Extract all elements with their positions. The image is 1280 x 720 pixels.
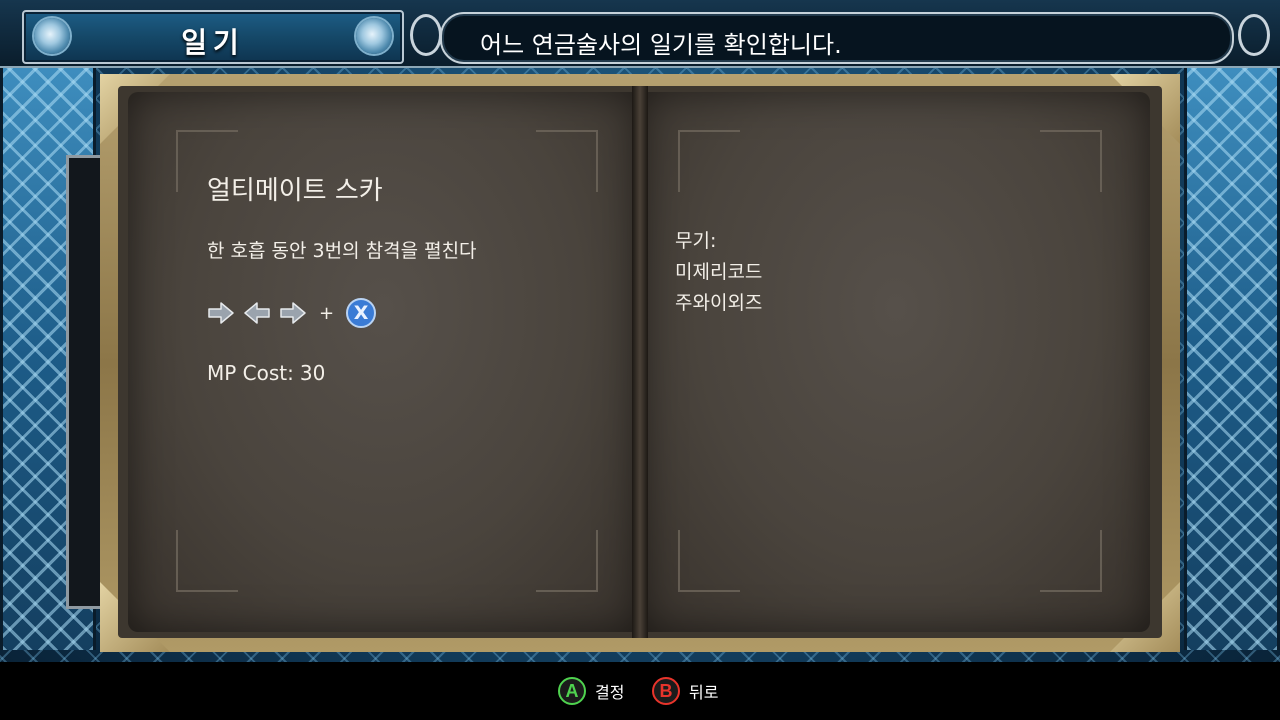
x-button-icon: X (346, 298, 377, 328)
page-corner-decoration (678, 530, 740, 592)
ornament-icon (410, 14, 442, 56)
skill-description: 한 호흡 동안 3번의 참격을 펼친다 (207, 240, 477, 262)
book-spine (632, 86, 648, 638)
right-page (642, 92, 1150, 632)
mp-cost: MP Cost: 30 (207, 361, 325, 385)
b-button-icon: B (652, 677, 680, 705)
mp-cost-value: 30 (299, 361, 326, 385)
right-arrow-icon (208, 302, 234, 324)
page-corner-decoration (536, 530, 598, 592)
back-hint[interactable]: B 뒤로 (652, 677, 718, 705)
left-page (128, 92, 638, 632)
header-bar: 일기 어느 연금술사의 일기를 확인합니다. (0, 0, 1280, 68)
a-button-icon: A (558, 677, 586, 705)
command-input-sequence: + X (207, 296, 377, 330)
weapon-item: 미제리코드 (675, 261, 763, 283)
page-corner-decoration (176, 530, 238, 592)
stained-glass-window-right (1184, 60, 1280, 650)
right-arrow-icon (280, 302, 306, 324)
title-plate: 일기 (22, 10, 404, 64)
mp-cost-label: MP Cost: (207, 361, 294, 385)
description-text: 어느 연금술사의 일기를 확인합니다. (480, 31, 842, 59)
page-corner-decoration (1040, 530, 1102, 592)
ornament-icon (1238, 14, 1270, 56)
plus-sign: + (319, 302, 335, 324)
rose-icon (356, 18, 392, 54)
back-label: 뒤로 (689, 683, 719, 702)
left-arrow-icon (244, 302, 270, 324)
skill-name: 얼티메이트 스카 (207, 176, 383, 206)
page-corner-decoration (1040, 130, 1102, 192)
confirm-hint[interactable]: A 결정 (558, 677, 624, 705)
weapon-label: 무기: (675, 230, 717, 252)
page-corner-decoration (678, 130, 740, 192)
page-title: 일기 (181, 26, 245, 59)
confirm-label: 결정 (595, 683, 625, 702)
description-box: 어느 연금술사의 일기를 확인합니다. (440, 12, 1234, 64)
footer-bar (0, 662, 1280, 720)
weapon-item: 주와이외즈 (675, 292, 763, 314)
page-corner-decoration (536, 130, 598, 192)
